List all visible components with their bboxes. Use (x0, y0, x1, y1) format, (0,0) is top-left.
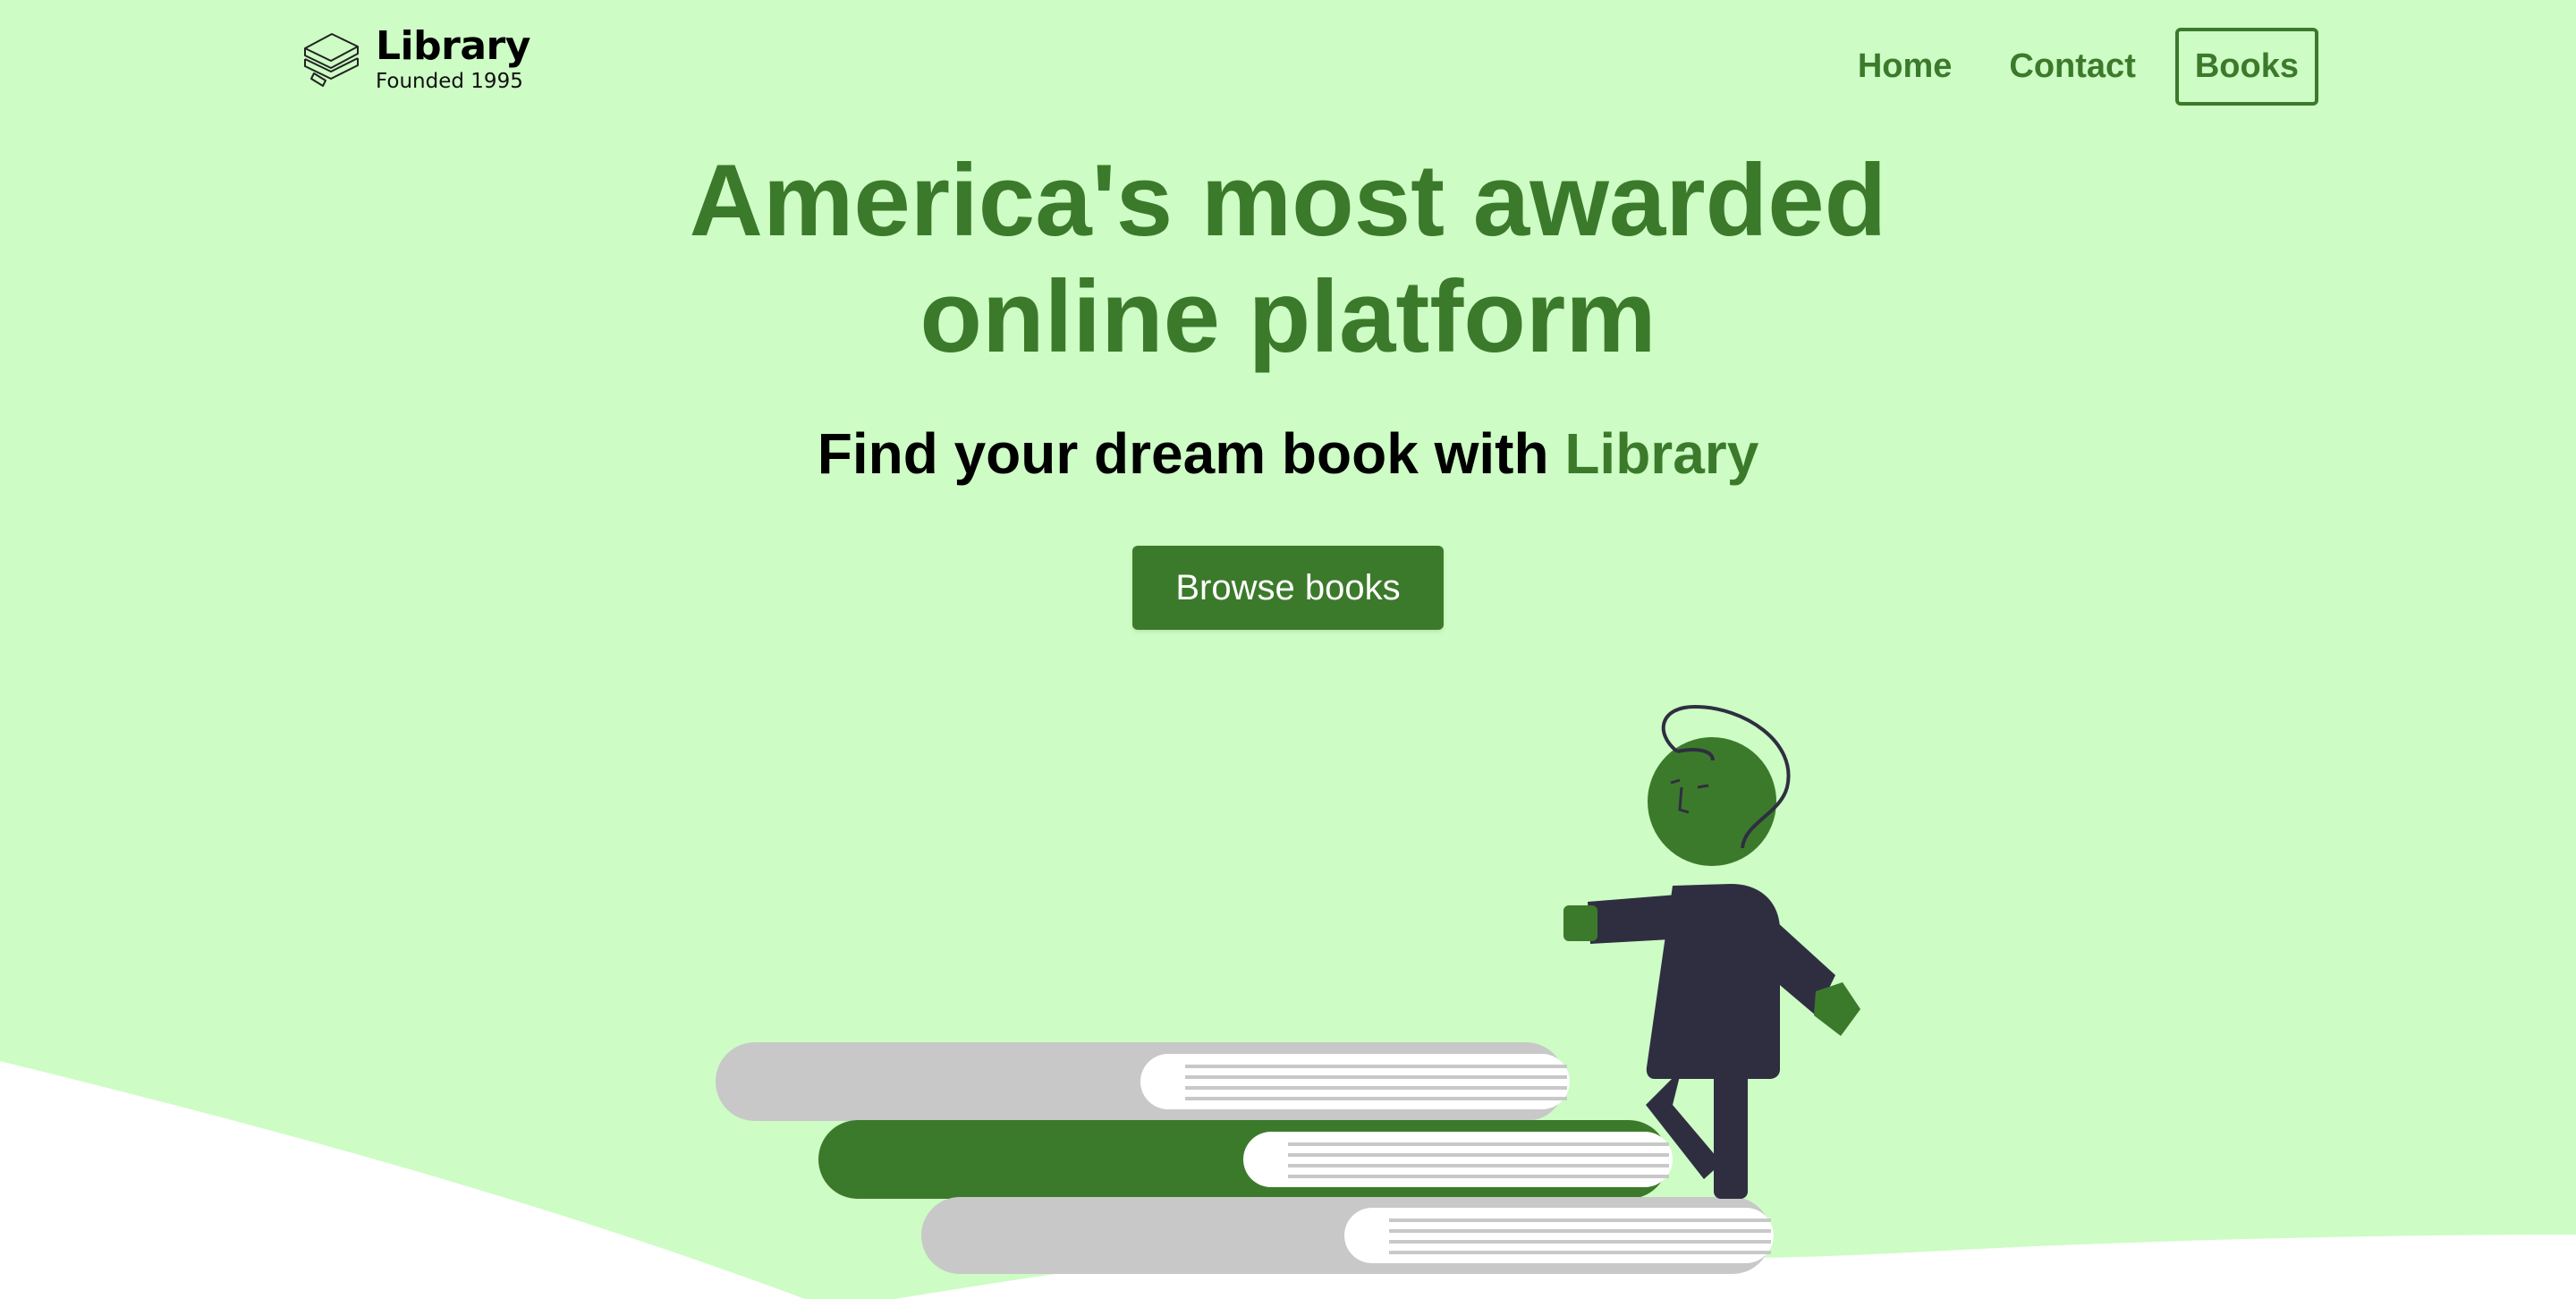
brand-subtitle: Founded 1995 (376, 70, 523, 93)
stacked-books-icon (304, 32, 359, 87)
nav-links: Home Contact Books (1818, 28, 2318, 106)
hero-title: America's most awarded online platform (0, 143, 2576, 376)
background-wave (0, 1061, 805, 1299)
nav-books-button[interactable]: Books (2174, 28, 2318, 106)
landing-page: Library Founded 1995 Home Contact Books … (0, 0, 2576, 1299)
hero-subtitle-prefix: Find your dream book with (817, 421, 1565, 486)
browse-books-button[interactable]: Browse books (1132, 546, 1444, 630)
top-nav: Library Founded 1995 Home Contact Books (0, 0, 2576, 134)
book-top (716, 1042, 1570, 1121)
brand-logo[interactable]: Library Founded 1995 (301, 27, 530, 92)
hero-title-line1: America's most awarded (689, 144, 1887, 258)
hero-title-line2: online platform (919, 260, 1657, 374)
hero-subtitle: Find your dream book with Library (0, 420, 2576, 487)
nav-contact-link[interactable]: Contact (1991, 30, 2153, 104)
book-bottom (921, 1197, 1774, 1274)
book-middle (818, 1120, 1673, 1199)
brand-title: Library (376, 23, 530, 69)
hero-subtitle-accent: Library (1564, 421, 1759, 486)
nav-home-link[interactable]: Home (1840, 30, 1970, 104)
